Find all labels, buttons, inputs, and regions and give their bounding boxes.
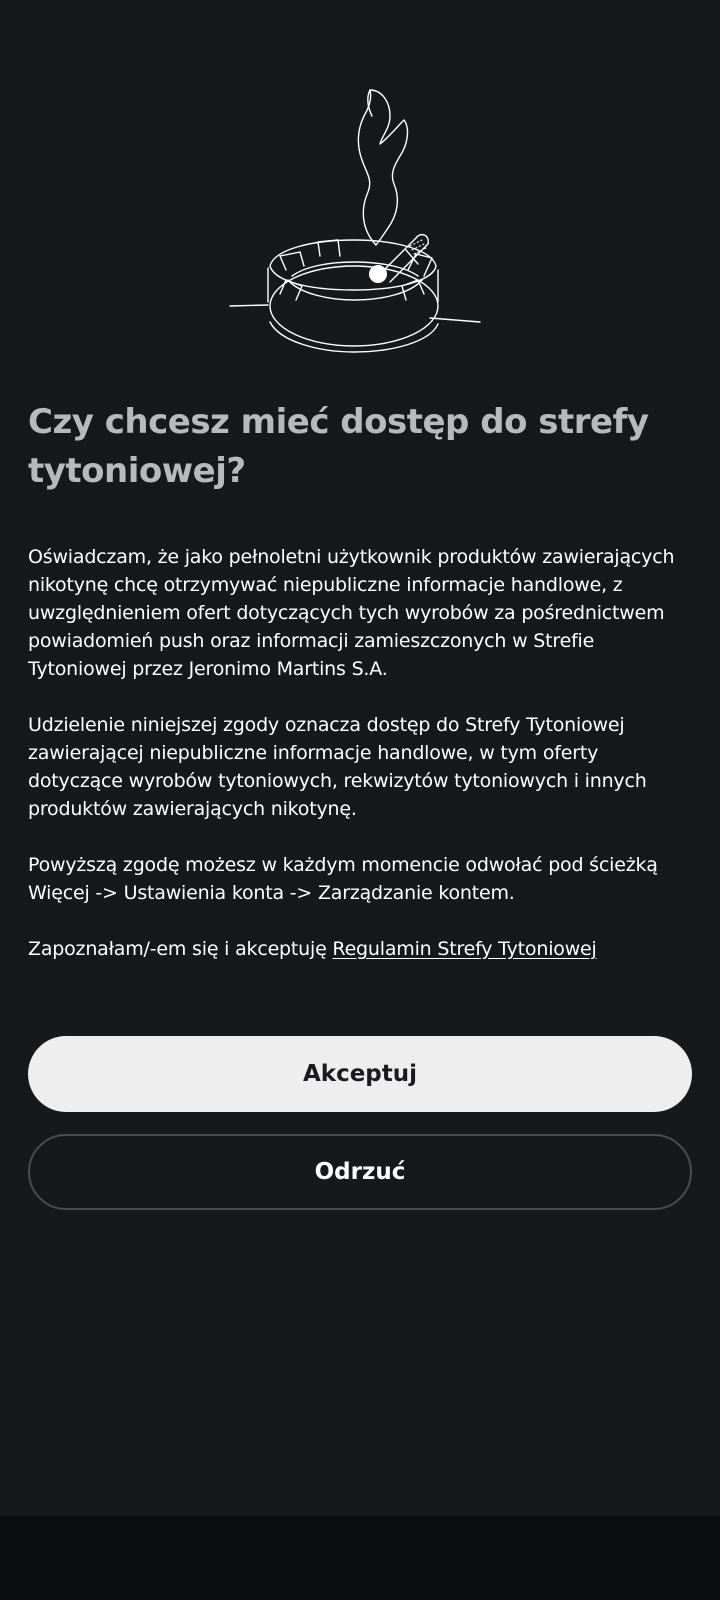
terms-acceptance-line: Zapoznałam/-em się i akceptuję Regulamin…: [28, 935, 696, 963]
consent-text: Oświadczam, że jako pełnoletni użytkowni…: [28, 543, 696, 963]
terms-link[interactable]: Regulamin Strefy Tytoniowej: [332, 938, 596, 960]
consent-paragraph-3: Powyższą zgodę możesz w każdym momencie …: [28, 854, 658, 904]
accept-button[interactable]: Akceptuj: [28, 1036, 692, 1112]
reject-button[interactable]: Odrzuć: [28, 1134, 692, 1210]
consent-screen: Czy chcesz mieć dostęp do strefy tytonio…: [0, 0, 720, 1516]
accept-button-label: Akceptuj: [302, 1061, 418, 1087]
consent-paragraph-2: Udzielenie niniejszej zgody oznacza dost…: [28, 714, 647, 820]
ashtray-cigarette-icon: [220, 80, 500, 360]
terms-acceptance-prefix: Zapoznałam/-em się i akceptuję: [28, 938, 333, 960]
page-title: Czy chcesz mieć dostęp do strefy tytonio…: [28, 402, 649, 491]
consent-paragraph-1: Oświadczam, że jako pełnoletni użytkowni…: [28, 546, 675, 680]
reject-button-label: Odrzuć: [314, 1159, 406, 1185]
system-navigation-bar: [0, 1516, 720, 1600]
